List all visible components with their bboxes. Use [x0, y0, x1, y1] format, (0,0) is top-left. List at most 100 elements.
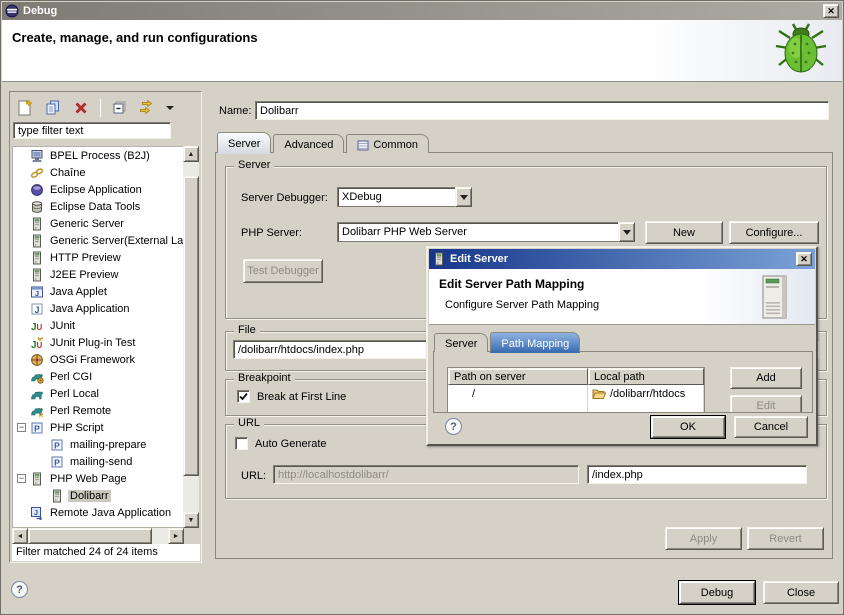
new-server-button[interactable]: New	[645, 221, 723, 244]
help-icon[interactable]: ?	[11, 581, 28, 598]
break-first-line-label: Break at First Line	[257, 391, 346, 403]
dialog-help-icon[interactable]: ?	[445, 418, 462, 435]
configure-server-button[interactable]: Configure...	[729, 221, 819, 244]
tree-item-php-web-page[interactable]: −PHP Web Page	[13, 470, 183, 487]
tree-item-mailing-prepare[interactable]: Pmailing-prepare	[13, 436, 183, 453]
scroll-right-icon[interactable]: ►	[168, 528, 184, 544]
test-debugger-button[interactable]: Test Debugger	[243, 259, 323, 283]
tree-item-label: JUnit	[48, 320, 77, 332]
scroll-down-icon[interactable]: ▼	[183, 512, 199, 528]
tree-item-eclipse-application[interactable]: Eclipse Application	[13, 181, 183, 198]
filter-options-button[interactable]	[137, 97, 159, 119]
tree-item-label: J2EE Preview	[48, 269, 120, 281]
path-mapping-tab-content: Path on server Local path //dolibarr/htd…	[433, 351, 813, 413]
close-label: Close	[787, 587, 815, 599]
url-path-input[interactable]: /index.php	[587, 465, 807, 484]
tree-item-generic-server[interactable]: Generic Server	[13, 215, 183, 232]
php-server-dropdown-icon[interactable]	[618, 222, 635, 242]
tree-item-cha-ne[interactable]: Chaîne	[13, 164, 183, 181]
path-mapping-table[interactable]: Path on server Local path //dolibarr/htd…	[447, 367, 705, 413]
path-mapping-table-header: Path on server Local path	[448, 368, 704, 385]
expander-minus-icon[interactable]: −	[17, 474, 26, 483]
new-configuration-button[interactable]	[14, 97, 36, 119]
tree-item-label: Chaîne	[48, 167, 87, 179]
url-base-input[interactable]: http://localhostdolibarr/	[273, 465, 579, 484]
vertical-scroll-thumb[interactable]	[183, 176, 199, 476]
svg-text:U: U	[37, 341, 43, 350]
config-tree[interactable]: BPEL Process (B2J) Chaîne Eclipse Applicat…	[12, 146, 184, 528]
tree-item-label: Java Application	[48, 303, 132, 315]
dialog-close-button[interactable]: ✕	[796, 252, 812, 266]
tree-item-j2ee-preview[interactable]: J2EE Preview	[13, 266, 183, 283]
tab-server[interactable]: Server	[217, 132, 271, 153]
edit-server-titlebar[interactable]: Edit Server ✕	[429, 249, 815, 269]
tree-item-perl-local[interactable]: Perl Local	[13, 385, 183, 402]
auto-generate-checkbox[interactable]	[235, 437, 248, 450]
dialog-tab-server[interactable]: Server	[434, 333, 488, 352]
new-server-label: New	[673, 227, 695, 239]
php-server-label: PHP Server:	[241, 227, 302, 239]
scroll-up-icon[interactable]: ▲	[183, 146, 199, 162]
tree-item-php-script[interactable]: −PPHP Script	[13, 419, 183, 436]
server-icon	[30, 217, 44, 231]
banner-title: Create, manage, and run configurations	[12, 30, 258, 45]
applet-icon: J	[30, 285, 44, 299]
filter-menu-chevron-icon[interactable]	[165, 97, 175, 119]
url-base-text: http://localhostdolibarr/	[278, 469, 389, 481]
scroll-left-icon[interactable]: ◄	[12, 528, 28, 544]
duplicate-configuration-button[interactable]	[42, 97, 64, 119]
configurations-toolbar	[14, 96, 175, 120]
mapping-row[interactable]: //dolibarr/htdocs	[448, 385, 704, 402]
window-titlebar[interactable]: Debug ✕	[2, 2, 842, 20]
server-debugger-select[interactable]: XDebug	[337, 187, 472, 207]
delete-configuration-button[interactable]	[70, 97, 92, 119]
collapse-all-button[interactable]	[109, 97, 131, 119]
tree-item-label: Generic Server(External La	[48, 235, 184, 247]
url-label: URL:	[241, 470, 266, 482]
tree-item-java-application[interactable]: JJava Application	[13, 300, 183, 317]
tree-item-generic-server-external-la[interactable]: Generic Server(External La	[13, 232, 183, 249]
server-debugger-value: XDebug	[342, 191, 382, 203]
tree-item-http-preview[interactable]: HTTP Preview	[13, 249, 183, 266]
add-mapping-button[interactable]: Add	[730, 367, 802, 389]
tree-item-junit-plug-in-test[interactable]: JUJUnit Plug-in Test	[13, 334, 183, 351]
tree-item-label: OSGi Framework	[48, 354, 137, 366]
php-server-select[interactable]: Dolibarr PHP Web Server	[337, 222, 635, 242]
dialog-tab-path-mapping[interactable]: Path Mapping	[490, 332, 580, 352]
server-debugger-dropdown-icon[interactable]	[455, 187, 472, 207]
window-close-button[interactable]: ✕	[823, 4, 839, 18]
close-button[interactable]: Close	[763, 581, 839, 604]
revert-button[interactable]: Revert	[747, 527, 824, 550]
tree-item-perl-cgi[interactable]: Perl CGI	[13, 368, 183, 385]
tree-vertical-scrollbar[interactable]: ▲ ▼	[183, 146, 199, 528]
column-path-on-server[interactable]: Path on server	[448, 368, 588, 385]
tree-item-label: Perl Local	[48, 388, 101, 400]
horizontal-scroll-thumb[interactable]	[28, 528, 152, 544]
name-input[interactable]: Dolibarr	[255, 101, 829, 120]
column-local-path[interactable]: Local path	[588, 368, 704, 385]
tab-advanced[interactable]: Advanced	[273, 134, 344, 153]
expander-minus-icon[interactable]: −	[17, 423, 26, 432]
tree-item-dolibarr[interactable]: Dolibarr	[13, 487, 183, 504]
filter-input-text: type filter text	[18, 125, 83, 137]
tree-item-java-applet[interactable]: JJava Applet	[13, 283, 183, 300]
tree-item-remote-java-application[interactable]: JRemote Java Application	[13, 504, 183, 521]
ok-button[interactable]: OK	[651, 416, 725, 438]
apply-label: Apply	[690, 533, 718, 545]
tree-item-label: Perl CGI	[48, 371, 94, 383]
filter-input[interactable]: type filter text	[13, 122, 171, 139]
tree-item-junit[interactable]: JUJUnit	[13, 317, 183, 334]
apply-button[interactable]: Apply	[665, 527, 742, 550]
break-first-line-checkbox[interactable]	[237, 390, 250, 403]
svg-text:U: U	[37, 323, 43, 332]
tree-horizontal-scrollbar[interactable]: ◄ ►	[12, 528, 184, 544]
tree-item-perl-remote[interactable]: RPerl Remote	[13, 402, 183, 419]
configure-server-label: Configure...	[746, 227, 803, 239]
tree-item-osgi-framework[interactable]: OSGi Framework	[13, 351, 183, 368]
cancel-button[interactable]: Cancel	[734, 416, 808, 438]
tree-item-bpel-process-b2j-[interactable]: BPEL Process (B2J)	[13, 147, 183, 164]
debug-button[interactable]: Debug	[679, 581, 755, 604]
tree-item-eclipse-data-tools[interactable]: Eclipse Data Tools	[13, 198, 183, 215]
tree-item-mailing-send[interactable]: Pmailing-send	[13, 453, 183, 470]
tab-common[interactable]: Common	[346, 134, 429, 153]
